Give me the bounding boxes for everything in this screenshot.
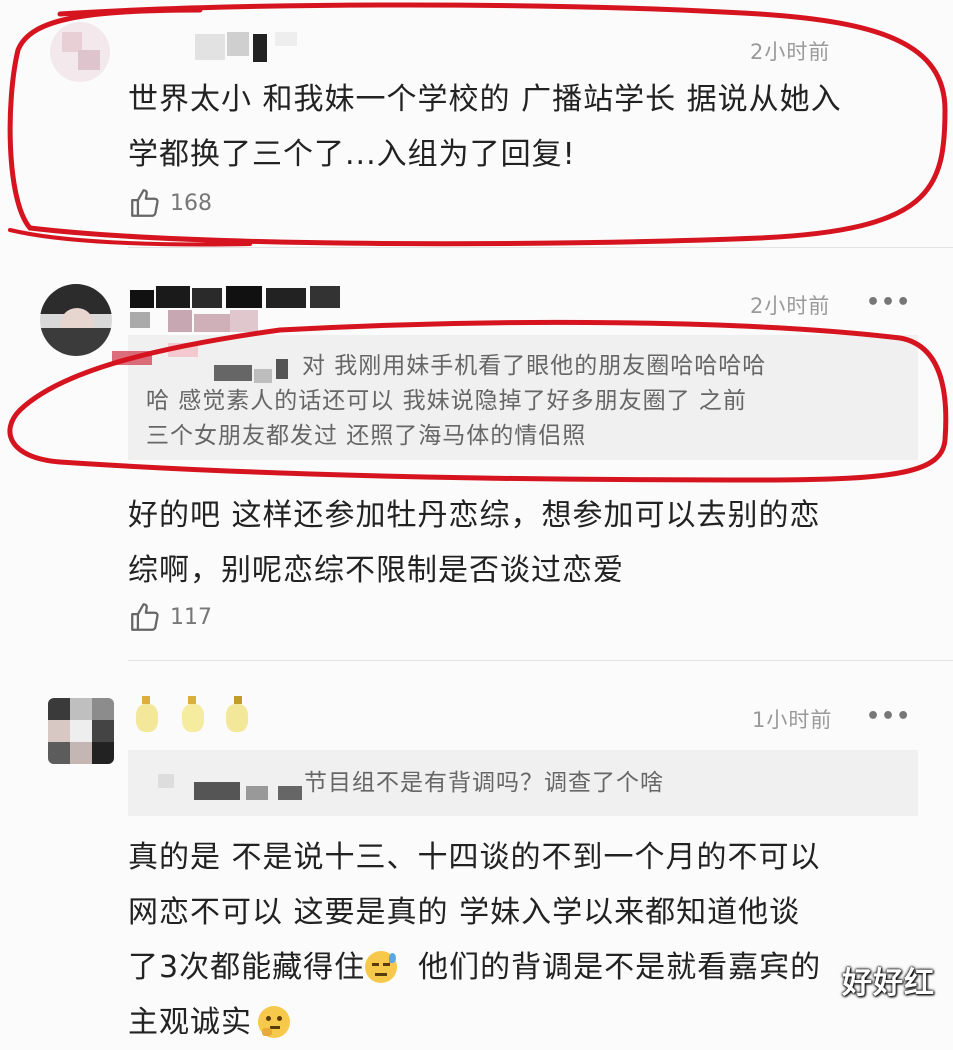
avatar[interactable] xyxy=(40,284,112,356)
comment-text: 好的吧 这样还参加牡丹恋综，想参加可以去别的恋 综啊，别呢恋综不限制是否谈过恋爱 xyxy=(128,488,928,598)
thumbs-up-icon xyxy=(131,603,159,631)
username-blurred[interactable] xyxy=(135,32,315,62)
watermark: 好好红 xyxy=(842,966,935,1001)
comment-text-line: 综啊，别呢恋综不限制是否谈过恋爱 xyxy=(128,553,624,588)
more-options-button[interactable]: ••• xyxy=(866,704,911,729)
comment-time: 2小时前 xyxy=(750,40,831,64)
thinking-face-icon xyxy=(258,1006,290,1038)
comment-text: 世界太小 和我妹一个学校的 广播站学长 据说从她入 学都换了三个了...入组为了… xyxy=(128,72,928,182)
like-count: 117 xyxy=(170,604,212,630)
thumbs-up-icon xyxy=(131,189,159,217)
like-button[interactable]: 168 xyxy=(128,186,212,220)
comment-text: 真的是 不是说十三、十四谈的不到一个月的不可以 网恋不可以 这要是真的 学妹入学… xyxy=(128,830,928,1050)
divider xyxy=(128,247,953,248)
comment-text-segment: 了3次都能藏得住 xyxy=(128,950,366,985)
comment-time: 1小时前 xyxy=(752,708,833,732)
username-blurred[interactable] xyxy=(130,694,270,736)
username-blurred[interactable] xyxy=(130,286,390,336)
comment-text-line: 主观诚实 xyxy=(128,995,928,1050)
quoted-reply-text: 对 我刚用妹手机看了眼他的朋友圈哈哈哈哈 哈 感觉素人的话还可以 我妹说隐掉了好… xyxy=(146,349,906,454)
comment-text-line: 世界太小 和我妹一个学校的 广播站学长 据说从她入 xyxy=(128,82,842,117)
reply-text-line: 三个女朋友都发过 还照了海马体的情侣照 xyxy=(146,423,587,449)
more-options-button[interactable]: ••• xyxy=(866,290,911,315)
divider xyxy=(128,660,953,661)
quoted-reply[interactable]: 对 我刚用妹手机看了眼他的朋友圈哈哈哈哈 哈 感觉素人的话还可以 我妹说隐掉了好… xyxy=(112,335,918,460)
comment-text-segment: 他们的背调是不是就看嘉宾的 xyxy=(418,950,822,985)
avatar[interactable] xyxy=(48,698,114,764)
reply-text-line: 对 我刚用妹手机看了眼他的朋友圈哈哈哈哈 xyxy=(302,353,767,379)
sweat-face-icon xyxy=(365,951,398,983)
like-button[interactable]: 117 xyxy=(128,600,212,634)
comment-text-line: 学都换了三个了...入组为了回复! xyxy=(128,137,576,172)
comment-text-line: 网恋不可以 这要是真的 学妹入学以来都知道他谈 xyxy=(128,895,801,930)
like-count: 168 xyxy=(170,190,212,216)
reply-text-line: 哈 感觉素人的话还可以 我妹说隐掉了好多朋友圈了 之前 xyxy=(146,388,747,414)
reply-text-line: 节目组不是有背调吗？调查了个啥 xyxy=(304,770,664,796)
comment-text-line: 真的是 不是说十三、十四谈的不到一个月的不可以 xyxy=(128,840,821,875)
comment-text-line: 好的吧 这样还参加牡丹恋综，想参加可以去别的恋 xyxy=(128,498,821,533)
comment-text-segment: 主观诚实 xyxy=(128,1005,252,1040)
quoted-reply-text: 节目组不是有背调吗？调查了个啥 xyxy=(304,766,664,801)
comment-time: 2小时前 xyxy=(750,294,831,318)
quoted-reply[interactable]: 节目组不是有背调吗？调查了个啥 xyxy=(128,750,918,816)
avatar[interactable] xyxy=(50,22,110,82)
comment-text-line: 了3次都能藏得住 他们的背调是不是就看嘉宾的 xyxy=(128,940,928,995)
